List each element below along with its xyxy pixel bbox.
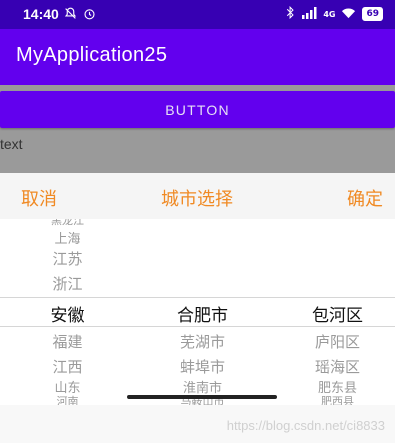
province-selected[interactable]: 安徽	[30, 301, 105, 326]
city-option[interactable]: 蚌埠市	[160, 356, 245, 377]
alarm-icon	[83, 7, 96, 24]
home-indicator[interactable]	[127, 395, 277, 399]
cancel-button[interactable]: 取消	[21, 185, 57, 211]
signal-icon	[301, 6, 317, 22]
province-option[interactable]: 上海	[30, 228, 105, 247]
province-option[interactable]: 江苏	[30, 248, 105, 269]
district-option[interactable]: 肥西县	[295, 393, 380, 405]
province-option[interactable]: 河南	[30, 393, 105, 405]
status-time: 14:40	[23, 6, 59, 22]
province-option[interactable]: 黑龙江	[30, 219, 105, 228]
confirm-button[interactable]: 确定	[347, 185, 383, 211]
selection-divider-bottom	[0, 326, 395, 327]
picker-title: 城市选择	[161, 189, 233, 210]
selection-divider-top	[0, 297, 395, 298]
district-selected[interactable]: 包河区	[295, 301, 380, 326]
district-option[interactable]: 瑶海区	[295, 356, 380, 377]
network-type: 4G	[323, 9, 336, 19]
province-option[interactable]: 江西	[30, 356, 105, 377]
status-bar: 14:40 4G 69	[0, 0, 395, 29]
district-option[interactable]: 庐阳区	[295, 331, 380, 352]
wifi-icon	[341, 7, 356, 22]
watermark: https://blog.csdn.net/ci8833	[226, 418, 385, 433]
picker-header: 取消 城市选择 确定	[0, 173, 395, 219]
province-option[interactable]: 浙江	[30, 273, 105, 294]
text-view: text	[0, 136, 23, 152]
bluetooth-icon	[286, 5, 295, 22]
notifications-off-icon	[64, 7, 77, 24]
province-option[interactable]: 福建	[30, 331, 105, 352]
city-option[interactable]: 芜湖市	[160, 331, 245, 352]
main-button[interactable]: BUTTON	[0, 91, 395, 128]
city-selected[interactable]: 合肥市	[160, 301, 245, 326]
picker-body: 黑龙江 上海 江苏 浙江 安徽 福建 江西 山东 河南 合肥市 芜湖市 蚌埠市 …	[0, 219, 395, 405]
battery-icon: 69	[362, 7, 383, 21]
app-title: MyApplication25	[16, 44, 168, 66]
app-bar: MyApplication25	[0, 29, 395, 85]
